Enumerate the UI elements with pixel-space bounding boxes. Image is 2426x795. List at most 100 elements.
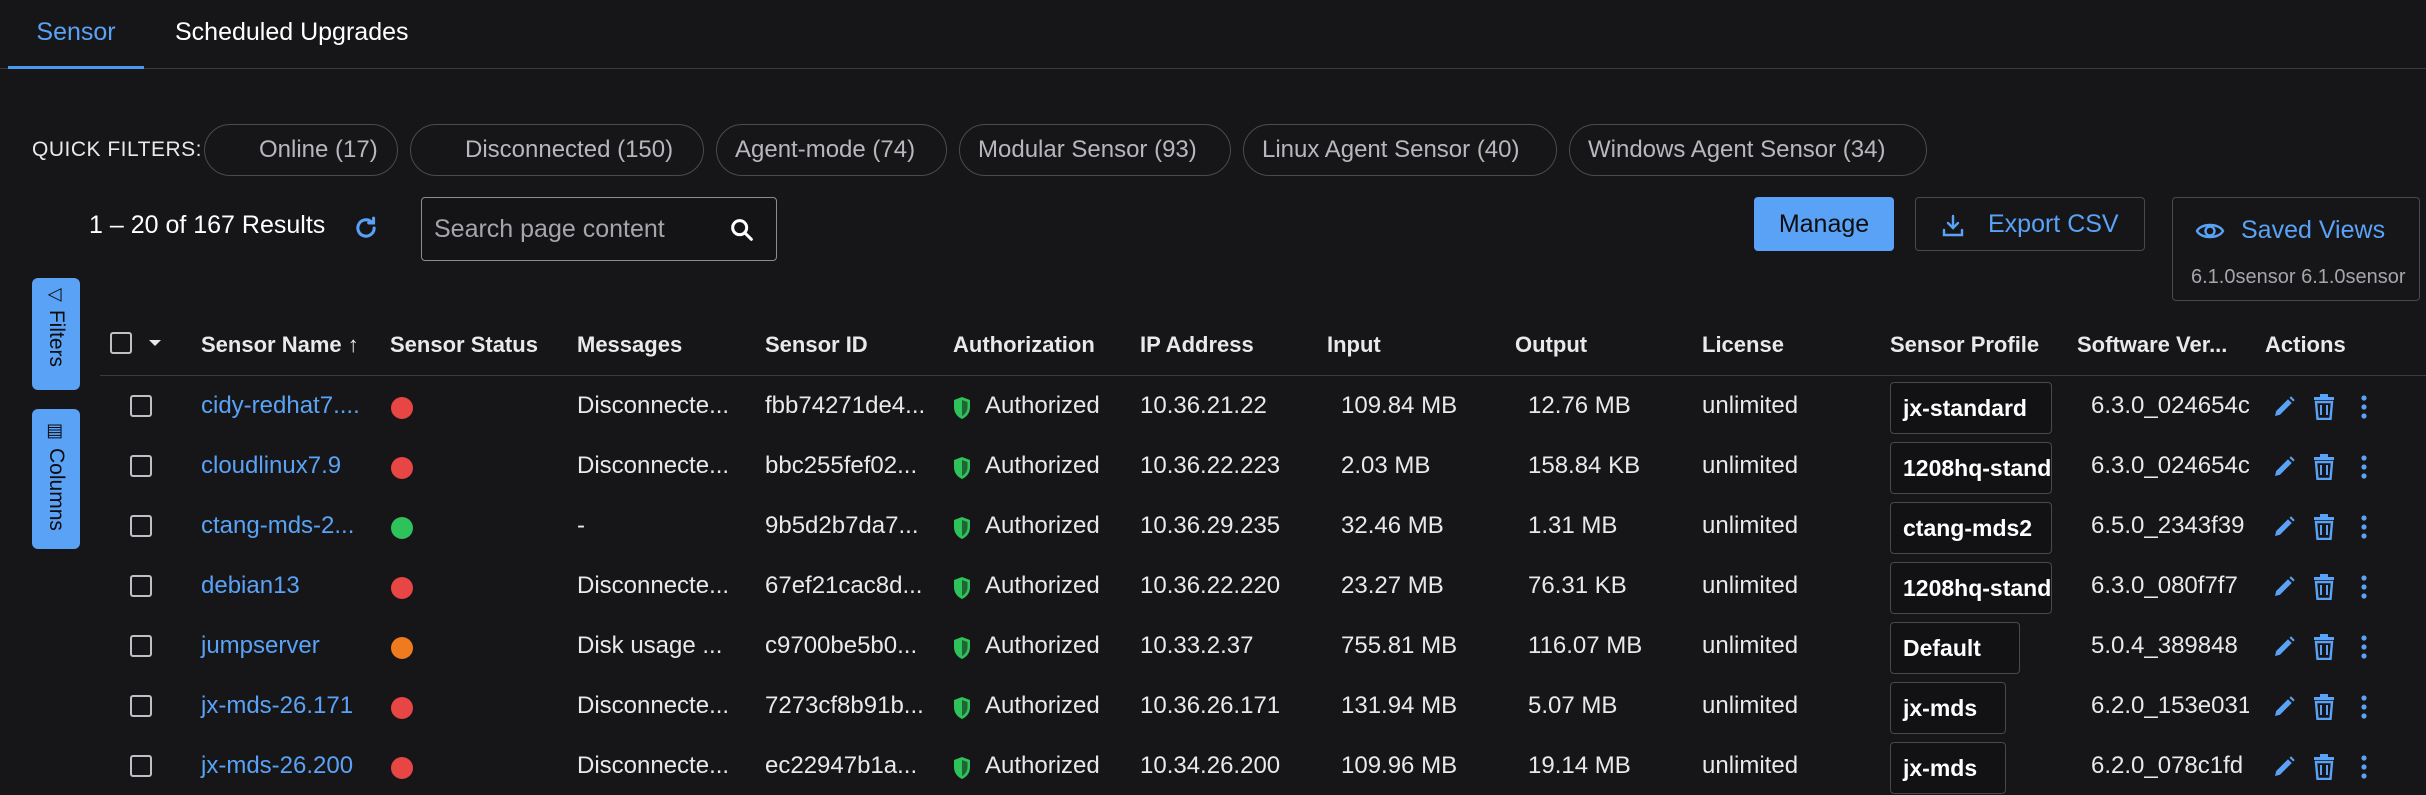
export-csv-button[interactable]: Export CSV bbox=[1915, 197, 2145, 251]
authorization-cell: Authorized bbox=[985, 392, 1100, 419]
sensor-name-link[interactable]: jx-mds-26.200 bbox=[201, 752, 353, 780]
delete-icon[interactable] bbox=[2312, 754, 2336, 780]
authorization-cell: Authorized bbox=[985, 512, 1100, 539]
sensor-profile-badge[interactable]: ctang-mds2 bbox=[1890, 502, 2052, 554]
sensor-profile-badge[interactable]: Default bbox=[1890, 622, 2020, 674]
more-options-icon[interactable] bbox=[2360, 634, 2368, 660]
output-cell: 1.31 MB bbox=[1528, 512, 1618, 539]
tab-bar: Sensor Scheduled Upgrades bbox=[0, 0, 2426, 69]
status-dot bbox=[391, 697, 413, 719]
sensor-id-cell: bbc255fef02... bbox=[765, 452, 918, 479]
software-version-cell: 5.0.4_389848 bbox=[2091, 632, 2238, 659]
eye-icon bbox=[2195, 223, 2225, 239]
sensor-profile-badge[interactable]: jx-standard bbox=[1890, 382, 2052, 434]
delete-icon[interactable] bbox=[2312, 574, 2336, 600]
delete-icon[interactable] bbox=[2312, 394, 2336, 420]
header-ip-address[interactable]: IP Address bbox=[1140, 332, 1254, 358]
chevron-down-icon[interactable] bbox=[148, 338, 162, 348]
ip-address-cell: 10.33.2.37 bbox=[1140, 632, 1254, 659]
columns-icon: ▥ bbox=[46, 423, 66, 441]
row-checkbox[interactable] bbox=[130, 575, 152, 597]
chip-disconnected[interactable]: Disconnected (150) bbox=[410, 124, 704, 176]
chip-label: Modular Sensor (93) bbox=[978, 136, 1197, 163]
delete-icon[interactable] bbox=[2312, 454, 2336, 480]
select-all-checkbox[interactable] bbox=[110, 332, 132, 354]
row-checkbox[interactable] bbox=[130, 695, 152, 717]
saved-views-button[interactable]: Saved Views 6.1.0sensor 6.1.0sensor bbox=[2172, 197, 2420, 301]
edit-icon[interactable] bbox=[2272, 635, 2296, 659]
message-cell: Disconnecte... bbox=[577, 572, 730, 599]
delete-icon[interactable] bbox=[2312, 634, 2336, 660]
edit-icon[interactable] bbox=[2272, 695, 2296, 719]
chip-modular-sensor[interactable]: Modular Sensor (93) bbox=[959, 124, 1231, 176]
input-cell: 32.46 MB bbox=[1341, 512, 1444, 539]
header-output[interactable]: Output bbox=[1515, 332, 1587, 358]
header-sensor-name[interactable]: Sensor Name ↑ bbox=[201, 332, 359, 358]
sensor-profile-badge[interactable]: 1208hq-standard bbox=[1890, 442, 2052, 494]
edit-icon[interactable] bbox=[2272, 395, 2296, 419]
row-checkbox[interactable] bbox=[130, 395, 152, 417]
search-input[interactable] bbox=[434, 198, 714, 260]
row-checkbox[interactable] bbox=[130, 635, 152, 657]
header-sensor-status[interactable]: Sensor Status bbox=[390, 332, 538, 358]
more-options-icon[interactable] bbox=[2360, 574, 2368, 600]
sensor-id-cell: 7273cf8b91b... bbox=[765, 692, 924, 719]
more-options-icon[interactable] bbox=[2360, 694, 2368, 720]
header-license[interactable]: License bbox=[1702, 332, 1784, 358]
delete-icon[interactable] bbox=[2312, 694, 2336, 720]
row-checkbox[interactable] bbox=[130, 755, 152, 777]
output-cell: 12.76 MB bbox=[1528, 392, 1631, 419]
columns-side-label: ▥Columns bbox=[45, 423, 68, 531]
sensor-name-link[interactable]: jumpserver bbox=[201, 632, 320, 660]
chip-online[interactable]: Online (17) bbox=[204, 124, 398, 176]
edit-icon[interactable] bbox=[2272, 755, 2296, 779]
header-input[interactable]: Input bbox=[1327, 332, 1381, 358]
shield-icon bbox=[954, 457, 970, 479]
tab-sensor[interactable]: Sensor bbox=[8, 0, 144, 69]
columns-side-button[interactable]: ▥Columns bbox=[32, 409, 80, 549]
chip-windows-agent-sensor[interactable]: Windows Agent Sensor (34) bbox=[1569, 124, 1927, 176]
sensor-name-link[interactable]: debian13 bbox=[201, 572, 300, 600]
header-sensor-profile[interactable]: Sensor Profile bbox=[1890, 332, 2039, 358]
sensor-profile-badge[interactable]: jx-mds bbox=[1890, 742, 2006, 794]
status-dot bbox=[391, 517, 413, 539]
delete-icon[interactable] bbox=[2312, 514, 2336, 540]
edit-icon[interactable] bbox=[2272, 515, 2296, 539]
more-options-icon[interactable] bbox=[2360, 754, 2368, 780]
sensor-id-cell: c9700be5b0... bbox=[765, 632, 918, 659]
more-options-icon[interactable] bbox=[2360, 514, 2368, 540]
header-authorization[interactable]: Authorization bbox=[953, 332, 1095, 358]
chip-linux-agent-sensor[interactable]: Linux Agent Sensor (40) bbox=[1243, 124, 1557, 176]
more-options-icon[interactable] bbox=[2360, 394, 2368, 420]
license-cell: unlimited bbox=[1702, 392, 1799, 419]
search-icon[interactable] bbox=[728, 216, 756, 244]
sensor-profile-badge[interactable]: jx-mds bbox=[1890, 682, 2006, 734]
status-dot bbox=[391, 457, 413, 479]
saved-views-label: Saved Views bbox=[2241, 216, 2386, 244]
chip-agent-mode[interactable]: Agent-mode (74) bbox=[716, 124, 947, 176]
sensor-name-link[interactable]: cloudlinux7.9 bbox=[201, 452, 341, 480]
input-cell: 131.94 MB bbox=[1341, 692, 1458, 719]
sensor-name-link[interactable]: ctang-mds-2... bbox=[201, 512, 354, 540]
more-options-icon[interactable] bbox=[2360, 454, 2368, 480]
edit-icon[interactable] bbox=[2272, 575, 2296, 599]
refresh-icon[interactable] bbox=[352, 214, 380, 242]
header-software-version[interactable]: Software Ver... bbox=[2077, 332, 2227, 358]
header-messages[interactable]: Messages bbox=[577, 332, 682, 358]
sensor-profile-badge[interactable]: 1208hq-standard bbox=[1890, 562, 2052, 614]
sensor-name-link[interactable]: jx-mds-26.171 bbox=[201, 692, 353, 720]
sensor-name-link[interactable]: cidy-redhat7.... bbox=[201, 392, 360, 420]
authorization-cell: Authorized bbox=[985, 452, 1100, 479]
header-sensor-id[interactable]: Sensor ID bbox=[765, 332, 868, 358]
chip-label: Windows Agent Sensor (34) bbox=[1588, 136, 1886, 163]
row-checkbox[interactable] bbox=[130, 455, 152, 477]
manage-button[interactable]: Manage bbox=[1754, 197, 1894, 251]
software-version-cell: 6.3.0_024654c bbox=[2091, 392, 2249, 419]
edit-icon[interactable] bbox=[2272, 455, 2296, 479]
license-cell: unlimited bbox=[1702, 752, 1799, 779]
input-cell: 755.81 MB bbox=[1341, 632, 1458, 659]
ip-address-cell: 10.36.22.220 bbox=[1140, 572, 1281, 599]
tab-scheduled-upgrades[interactable]: Scheduled Upgrades bbox=[175, 0, 409, 66]
filters-side-button[interactable]: ▽Filters bbox=[32, 278, 80, 390]
row-checkbox[interactable] bbox=[130, 515, 152, 537]
